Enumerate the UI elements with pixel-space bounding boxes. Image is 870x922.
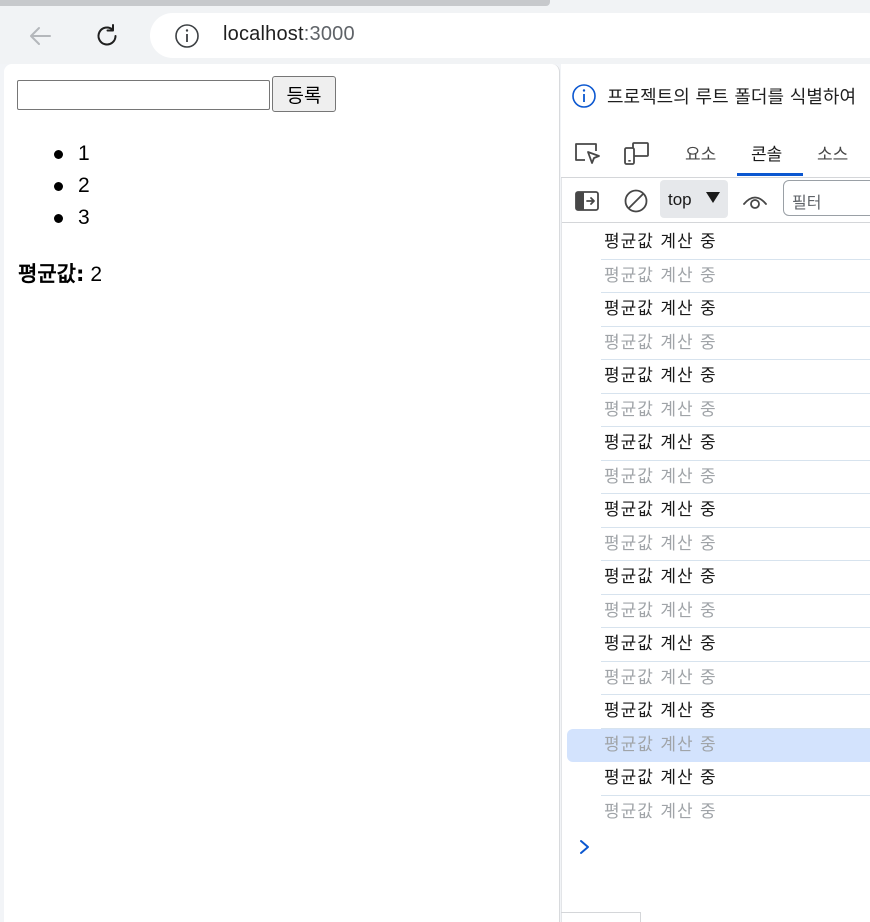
clear-console-button[interactable] [622, 187, 650, 215]
address-port: :3000 [303, 23, 355, 45]
console-message[interactable]: 평균값 계산 중 [561, 628, 870, 662]
eye-icon [743, 196, 767, 209]
number-list: 1 2 3 [18, 138, 90, 234]
tab-console[interactable]: 콘솔 [751, 140, 782, 165]
drawer-tab [561, 912, 641, 922]
console-message[interactable]: 평균값 계산 중 [561, 762, 870, 796]
notice-text: 프로젝트의 루트 폴더를 식별하여 [607, 87, 857, 108]
info-icon [175, 24, 199, 48]
console-message[interactable]: 평균값 계산 중 [561, 528, 870, 562]
live-expression-button[interactable] [741, 187, 769, 215]
context-selector[interactable]: top [660, 180, 728, 218]
device-toolbar-icon [624, 142, 649, 165]
console-message[interactable]: 평균값 계산 중 [561, 461, 870, 495]
info-icon [572, 84, 596, 108]
console-message[interactable]: 평균값 계산 중 [561, 595, 870, 629]
device-toolbar-button[interactable] [622, 139, 652, 167]
console-message[interactable]: 평균값 계산 중 [561, 796, 870, 830]
screen: localhost:3000 등록 1 2 3 평균값: 2 프로젝트의 루트 … [0, 0, 870, 922]
number-input[interactable] [17, 80, 270, 110]
console-sidebar-icon [575, 191, 599, 211]
console-toolbar: top 필터 [561, 178, 870, 223]
console-message[interactable]: 평균값 계산 중 [561, 427, 870, 461]
clear-console-icon [624, 189, 648, 213]
console-log: 평균값 계산 중 평균값 계산 중 평균값 계산 중 평균값 계산 중 평균값 … [561, 226, 870, 829]
filter-input[interactable]: 필터 [783, 180, 870, 216]
arrow-left-icon [30, 27, 51, 45]
list-item: 1 [18, 138, 90, 170]
site-info-button[interactable] [174, 23, 200, 49]
tab-elements[interactable]: 요소 [685, 140, 716, 165]
notice-icon-wrap [571, 83, 597, 109]
browser-toolbar: localhost:3000 [0, 0, 870, 64]
console-message[interactable]: 평균값 계산 중 [561, 561, 870, 595]
address-bar[interactable]: localhost:3000 [150, 13, 870, 58]
devtools-notice: 프로젝트의 루트 폴더를 식별하여 [561, 64, 870, 126]
console-message-selected[interactable]: 평균값 계산 중 [567, 728, 870, 762]
inspect-element-button[interactable] [573, 139, 603, 167]
list-item: 3 [18, 202, 90, 234]
average-label: 평균값: [18, 262, 85, 286]
filter-placeholder: 필터 [792, 193, 822, 212]
average-value: 2 [90, 263, 103, 286]
reload-icon [97, 24, 117, 46]
console-sidebar-button[interactable] [573, 187, 601, 215]
average-display: 평균값: 2 [18, 258, 102, 288]
active-tab-indicator [737, 173, 803, 176]
devtools-panel: 프로젝트의 루트 폴더를 식별하여 요소 콘솔 소스 top 필터 평균값 계산… [561, 64, 870, 922]
console-message[interactable]: 평균값 계산 중 [561, 360, 870, 394]
address-text: localhost:3000 [223, 23, 355, 46]
reload-button[interactable] [89, 18, 125, 54]
register-button[interactable]: 등록 [272, 76, 336, 112]
tab-sources[interactable]: 소스 [817, 140, 848, 165]
chevron-right-icon [580, 840, 589, 854]
tab-strip [0, 0, 550, 6]
console-message[interactable]: 평균값 계산 중 [561, 293, 870, 327]
console-message[interactable]: 평균값 계산 중 [561, 327, 870, 361]
devtools-tabbar: 요소 콘솔 소스 [561, 126, 870, 178]
caret-down-icon [706, 192, 720, 203]
web-page: 등록 1 2 3 평균값: 2 [4, 64, 560, 922]
console-message[interactable]: 평균값 계산 중 [561, 695, 870, 729]
console-message[interactable]: 평균값 계산 중 [561, 394, 870, 428]
address-host: localhost [223, 23, 304, 45]
inspect-element-icon [575, 143, 600, 164]
console-prompt[interactable] [577, 836, 593, 858]
console-message[interactable]: 평균값 계산 중 [561, 260, 870, 294]
console-message[interactable]: 평균값 계산 중 [561, 226, 870, 260]
list-item: 2 [18, 170, 90, 202]
console-message[interactable]: 평균값 계산 중 [561, 662, 870, 696]
console-message[interactable]: 평균값 계산 중 [561, 494, 870, 528]
back-button[interactable] [22, 18, 58, 54]
context-value: top [668, 190, 692, 209]
